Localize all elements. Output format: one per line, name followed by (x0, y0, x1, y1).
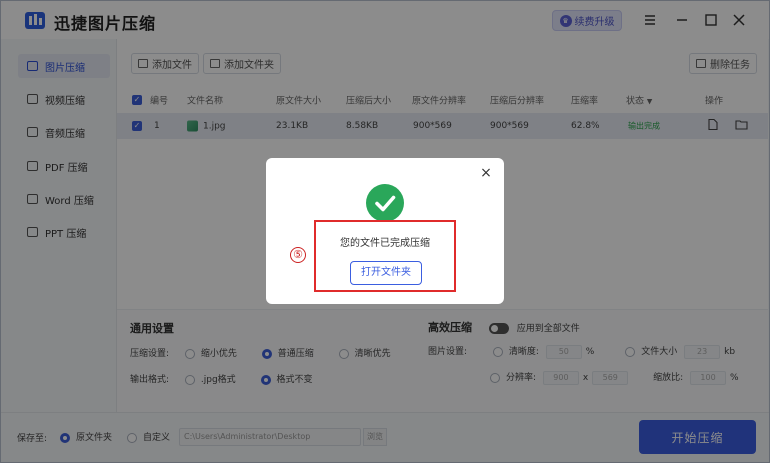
success-check-icon (366, 184, 404, 222)
dialog-close-button[interactable]: × (478, 165, 494, 181)
dialog-message: 您的文件已完成压缩 (340, 238, 430, 249)
completion-dialog: × 您的文件已完成压缩 打开文件夹 ⑤ (266, 158, 504, 304)
open-folder-button[interactable]: 打开文件夹 (350, 261, 422, 285)
step-marker: ⑤ (290, 247, 306, 263)
